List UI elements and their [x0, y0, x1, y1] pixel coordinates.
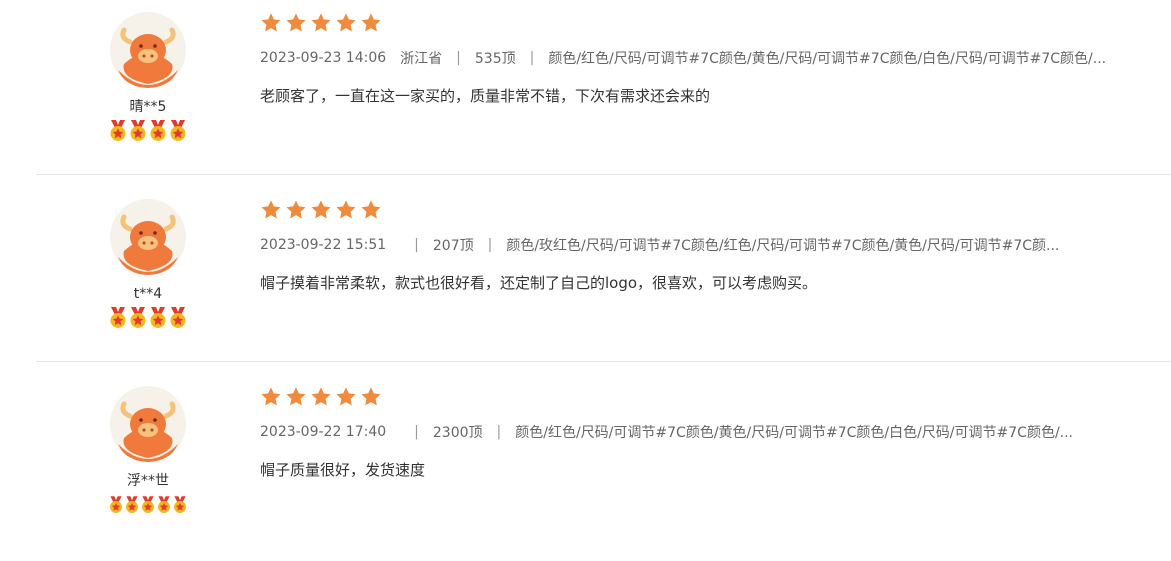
reviewer-level-badges — [108, 494, 188, 516]
review-text: 帽子摸着非常柔软，款式也很好看，还定制了自己的logo，很喜欢，可以考虑购买。 — [260, 274, 818, 292]
order-quantity: 535顶 — [474, 51, 516, 67]
meta-separator: | — [529, 50, 535, 66]
reviewer-level-badges — [108, 307, 188, 329]
review-item: t**4 2023-09-22 15:51 | 207顶 | 颜色/玫红色/尺码… — [0, 187, 1171, 374]
review-location: 浙江省 — [400, 51, 443, 67]
medal-icon — [168, 120, 188, 142]
medal-icon — [168, 307, 188, 329]
order-quantity: 2300顶 — [432, 425, 483, 441]
meta-separator: | — [456, 50, 461, 66]
star-icon — [335, 12, 357, 34]
meta-separator: | — [414, 424, 419, 440]
rating-stars — [260, 197, 1151, 223]
avatar — [110, 12, 186, 88]
review-date: 2023-09-23 14:06 — [260, 50, 387, 66]
review-divider — [36, 361, 1171, 362]
review-content: 2023-09-22 15:51 | 207顶 | 颜色/玫红色/尺码/可调节#… — [260, 197, 1151, 293]
review-date: 2023-09-22 17:40 — [260, 424, 387, 440]
reviewer: 浮**世 — [108, 386, 188, 516]
star-icon — [260, 386, 282, 408]
avatar — [110, 386, 186, 462]
rating-stars — [260, 10, 1151, 36]
medal-icon — [128, 307, 148, 329]
medal-icon — [108, 307, 128, 329]
medal-icon — [148, 307, 168, 329]
meta-separator: | — [414, 237, 419, 253]
review-content: 2023-09-23 14:06 浙江省 | 535顶 | 颜色/红色/尺码/可… — [260, 10, 1151, 106]
reviewer-name: 晴**5 — [129, 99, 167, 115]
star-icon — [310, 199, 332, 221]
review-divider — [36, 174, 1171, 175]
star-icon — [360, 386, 382, 408]
medal-icon — [156, 494, 172, 516]
medal-icon — [140, 494, 156, 516]
order-quantity: 207顶 — [432, 238, 474, 254]
medal-icon — [124, 494, 140, 516]
medal-icon — [172, 494, 188, 516]
star-icon — [260, 199, 282, 221]
review-date: 2023-09-22 15:51 — [260, 237, 387, 253]
star-icon — [335, 386, 357, 408]
review-text: 老顾客了，一直在这一家买的，质量非常不错，下次有需求还会来的 — [260, 87, 711, 105]
medal-icon — [108, 120, 128, 142]
star-icon — [285, 199, 307, 221]
meta-separator: | — [496, 424, 502, 440]
star-icon — [260, 12, 282, 34]
star-icon — [310, 12, 332, 34]
reviewer: t**4 — [108, 199, 188, 329]
star-icon — [335, 199, 357, 221]
star-icon — [310, 386, 332, 408]
star-icon — [285, 386, 307, 408]
reviewer-name: t**4 — [133, 286, 163, 302]
review-meta: 2023-09-22 17:40 | 2300顶 | 颜色/红色/尺码/可调节#… — [260, 422, 1151, 442]
medal-icon — [148, 120, 168, 142]
reviewer-level-badges — [108, 120, 188, 142]
review-content: 2023-09-22 17:40 | 2300顶 | 颜色/红色/尺码/可调节#… — [260, 384, 1151, 480]
product-spec: 颜色/玫红色/尺码/可调节#7C颜色/红色/尺码/可调节#7C颜色/黄色/尺码/… — [506, 238, 1060, 254]
reviewer: 晴**5 — [108, 12, 188, 142]
review-meta: 2023-09-23 14:06 浙江省 | 535顶 | 颜色/红色/尺码/可… — [260, 48, 1151, 68]
review-item: 浮**世 2023-09-22 17:40 | 2300顶 | 颜色/红色/尺码… — [0, 374, 1171, 561]
avatar — [110, 199, 186, 275]
product-spec: 颜色/红色/尺码/可调节#7C颜色/黄色/尺码/可调节#7C颜色/白色/尺码/可… — [548, 51, 1107, 67]
star-icon — [360, 12, 382, 34]
review-meta: 2023-09-22 15:51 | 207顶 | 颜色/玫红色/尺码/可调节#… — [260, 235, 1151, 255]
rating-stars — [260, 384, 1151, 410]
product-spec: 颜色/红色/尺码/可调节#7C颜色/黄色/尺码/可调节#7C颜色/白色/尺码/可… — [515, 425, 1074, 441]
review-item: 晴**5 2023-09-23 14:06 浙江省 | 535顶 | 颜色/红色… — [0, 0, 1171, 187]
star-icon — [285, 12, 307, 34]
medal-icon — [128, 120, 148, 142]
medal-icon — [108, 494, 124, 516]
reviewer-name: 浮**世 — [127, 473, 169, 489]
review-text: 帽子质量很好，发货速度 — [260, 461, 426, 479]
star-icon — [360, 199, 382, 221]
meta-separator: | — [487, 237, 493, 253]
